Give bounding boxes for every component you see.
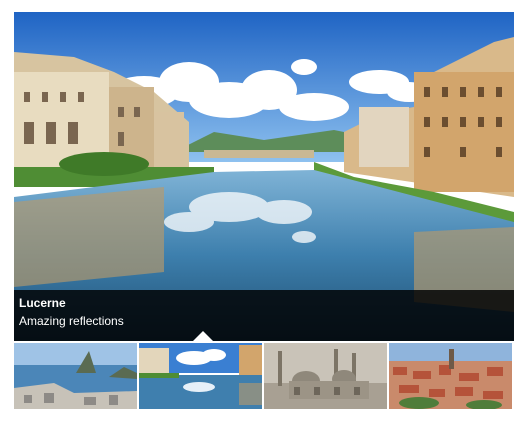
- thumbnail-image: [264, 343, 387, 409]
- thumbnail-3[interactable]: [264, 343, 387, 409]
- thumbnail-4[interactable]: [389, 343, 512, 409]
- thumbnail-strip: [14, 343, 514, 411]
- image-gallery: Lucerne Amazing reflections: [14, 12, 514, 411]
- main-image[interactable]: Lucerne Amazing reflections: [14, 12, 514, 341]
- caption-title: Lucerne: [19, 296, 66, 310]
- thumbnail-image: [389, 343, 512, 409]
- selected-thumbnail-pointer: [193, 331, 213, 341]
- thumbnail-1[interactable]: [14, 343, 137, 409]
- caption-text: Amazing reflections: [19, 314, 124, 328]
- thumbnail-image: [14, 343, 137, 409]
- thumbnail-image: [139, 343, 262, 409]
- thumbnail-2[interactable]: [139, 343, 262, 409]
- image-caption: Lucerne Amazing reflections: [14, 290, 514, 341]
